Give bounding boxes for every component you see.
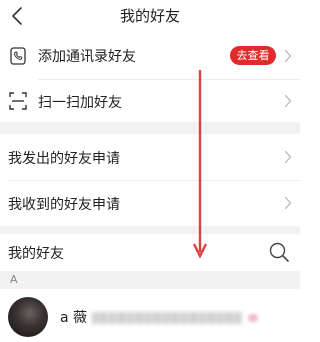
avatar <box>8 297 48 337</box>
sent-requests-label: 我发出的好友申请 <box>8 151 120 167</box>
redacted-emoji <box>248 314 258 322</box>
chevron-left-icon <box>12 7 22 25</box>
received-requests-label: 我收到的好友申请 <box>8 197 120 213</box>
redacted-text <box>92 312 242 324</box>
chevron-right-icon <box>284 49 292 63</box>
scan-label: 扫一扫加好友 <box>38 95 122 111</box>
section-header-a: A <box>0 271 300 289</box>
chevron-right-icon <box>284 196 292 210</box>
friends-heading: 我的好友 <box>8 246 64 262</box>
add-contacts-friends-row[interactable]: 添加通讯录好友 去查看 <box>0 36 300 76</box>
search-icon[interactable] <box>268 241 290 263</box>
scan-icon <box>9 92 27 110</box>
friends-header: 我的好友 <box>0 234 300 271</box>
back-button[interactable] <box>6 4 28 28</box>
section-letter: A <box>10 273 18 286</box>
chevron-right-icon <box>284 150 292 164</box>
page-title: 我的好友 <box>119 7 180 25</box>
section-gap <box>0 122 300 134</box>
chevron-right-icon <box>284 94 292 108</box>
view-badge-button[interactable]: 去查看 <box>230 46 276 65</box>
sent-requests-row[interactable]: 我发出的好友申请 <box>0 134 300 180</box>
phone-book-icon <box>10 47 26 65</box>
section-gap <box>0 226 300 234</box>
top-bar: 我的好友 <box>0 0 300 32</box>
received-requests-row[interactable]: 我收到的好友申请 <box>0 181 300 226</box>
add-contacts-label: 添加通讯录好友 <box>38 49 136 65</box>
scroll-down-arrow-annotation <box>192 70 208 259</box>
scan-add-friend-row[interactable]: 扫一扫加好友 <box>0 80 300 122</box>
contact-name: a 薇 <box>60 310 88 326</box>
my-friends-screen: 我的好友 添加通讯录好友 去查看 扫一扫加好友 我发出的好友申请 我收到的好友申… <box>0 0 300 342</box>
